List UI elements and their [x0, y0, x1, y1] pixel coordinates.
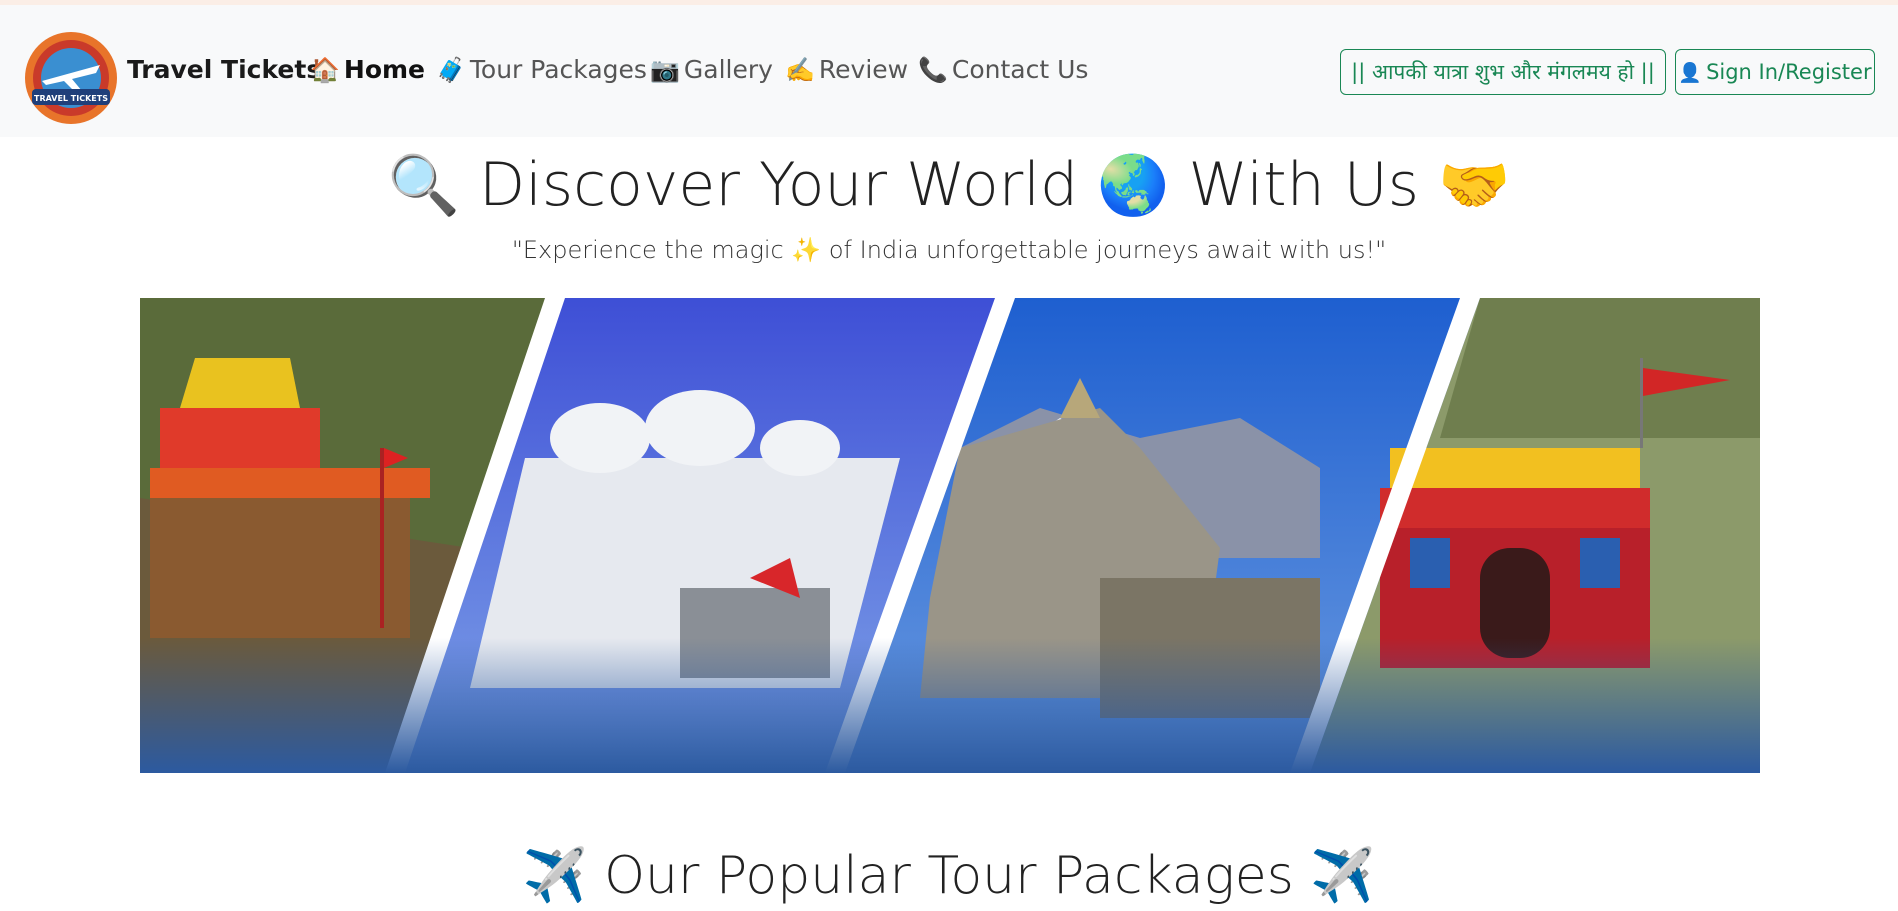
sign-in-register-button[interactable]: 👤 Sign In/Register — [1675, 49, 1875, 95]
char-dham-temples-banner — [140, 298, 1760, 773]
logo-text: TRAVEL TICKETS — [34, 94, 108, 103]
hero-title-part2: With Us — [1188, 150, 1419, 220]
brand-name[interactable]: Travel Tickets — [127, 55, 321, 84]
navbar: TRAVEL TICKETS Travel Tickets 🏠 Home 🧳 T… — [0, 5, 1898, 137]
nav-contact-us[interactable]: 📞 Contact Us — [918, 55, 1088, 84]
user-icon: 👤 — [1678, 61, 1703, 84]
home-icon: 🏠 — [310, 55, 340, 84]
nav-gallery-label: Gallery — [683, 55, 773, 84]
hero-title-part1: Discover Your World — [479, 150, 1079, 220]
camera-icon: 📷 — [650, 55, 680, 84]
nav-contact-us-label: Contact Us — [951, 55, 1089, 84]
airplane-icon: ✈️ — [522, 846, 588, 906]
nav-tour-packages[interactable]: 🧳 Tour Packages — [436, 55, 647, 84]
hero-subtitle-part1: "Experience the magic — [511, 236, 784, 264]
nav-home-label: Home — [343, 55, 425, 84]
writing-hand-icon: ✍️ — [785, 55, 815, 84]
popular-packages-title: Our Popular Tour Packages — [604, 846, 1294, 906]
globe-icon: 🌏 — [1097, 151, 1170, 219]
sign-in-register-label: Sign In/Register — [1706, 60, 1872, 84]
hero-subtitle: "Experience the magic ✨ of India unforge… — [0, 236, 1898, 264]
hero-subtitle-part2: of India unforgettable journeys await wi… — [828, 236, 1387, 264]
nav-home[interactable]: 🏠 Home — [310, 55, 425, 84]
nav-tour-packages-label: Tour Packages — [469, 55, 647, 84]
hero-title: 🔍 Discover Your World 🌏 With Us 🤝 — [0, 150, 1898, 220]
sparkles-icon: ✨ — [791, 236, 822, 264]
travel-tickets-logo[interactable]: TRAVEL TICKETS — [22, 29, 120, 127]
handshake-icon: 🤝 — [1438, 151, 1511, 219]
blessing-button[interactable]: || आपकी यात्रा शुभ और मंगलमय हो || — [1340, 49, 1666, 95]
nav-review-label: Review — [818, 55, 909, 84]
phone-icon: 📞 — [918, 55, 948, 84]
magnifier-icon: 🔍 — [387, 151, 460, 219]
nav-gallery[interactable]: 📷 Gallery — [650, 55, 773, 84]
nav-review[interactable]: ✍️ Review — [785, 55, 908, 84]
popular-packages-heading: ✈️ Our Popular Tour Packages ✈️ — [0, 845, 1898, 906]
airplane-icon: ✈️ — [1310, 846, 1376, 906]
luggage-icon: 🧳 — [436, 55, 466, 84]
